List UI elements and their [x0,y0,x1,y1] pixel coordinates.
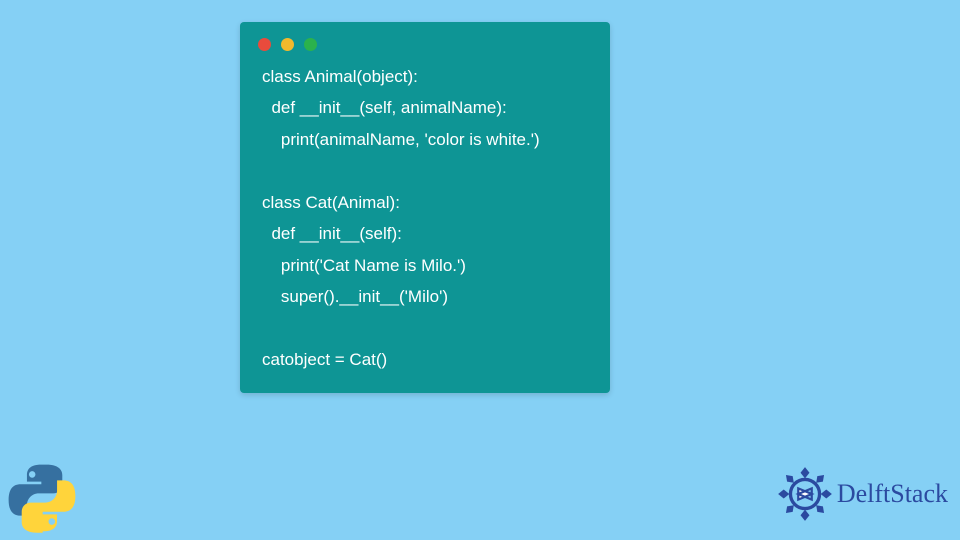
brand-name: DelftStack [837,479,948,509]
brand-badge: DelftStack [777,466,948,522]
brand-logo-icon [777,466,833,522]
code-window: class Animal(object): def __init__(self,… [240,22,610,393]
code-block: class Animal(object): def __init__(self,… [240,61,610,375]
python-logo-icon [6,462,78,534]
minimize-icon [281,38,294,51]
window-titlebar [240,34,610,61]
maximize-icon [304,38,317,51]
close-icon [258,38,271,51]
